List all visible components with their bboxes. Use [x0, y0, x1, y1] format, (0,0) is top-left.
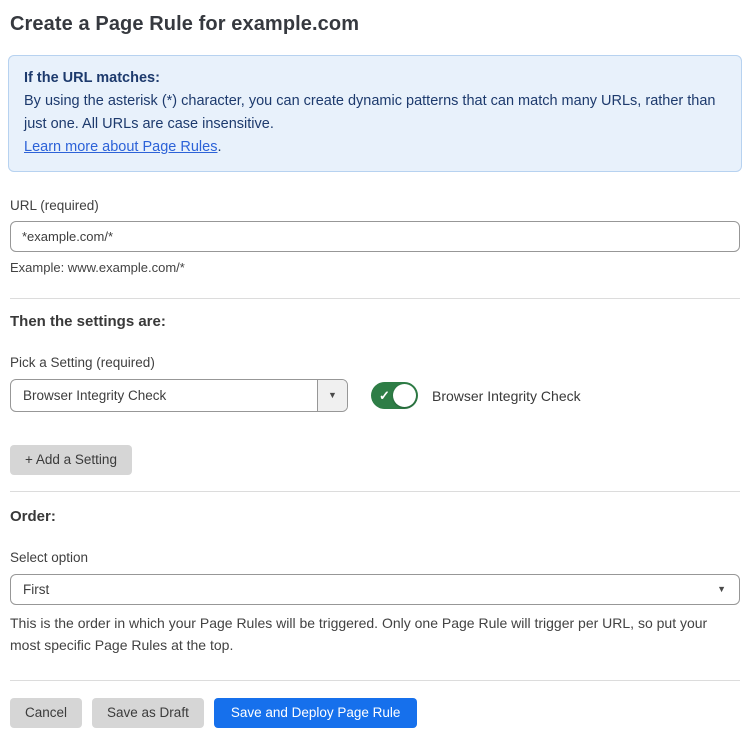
toggle-label: Browser Integrity Check — [432, 388, 581, 404]
info-box-heading: If the URL matches: — [24, 67, 726, 90]
link-suffix: . — [217, 139, 221, 155]
footer-actions: Cancel Save as Draft Save and Deploy Pag… — [10, 698, 740, 728]
url-input[interactable] — [10, 221, 740, 252]
page-title: Create a Page Rule for example.com — [10, 13, 740, 36]
cancel-button[interactable]: Cancel — [10, 698, 82, 728]
order-section-heading: Order: — [10, 508, 740, 525]
learn-more-link[interactable]: Learn more about Page Rules — [24, 139, 217, 155]
setting-select-value: Browser Integrity Check — [11, 380, 317, 411]
order-helper-text: This is the order in which your Page Rul… — [10, 612, 740, 656]
save-draft-button[interactable]: Save as Draft — [92, 698, 204, 728]
setting-row: Browser Integrity Check ▼ ✓ Browser Inte… — [10, 379, 740, 412]
divider — [10, 491, 740, 492]
pick-setting-label: Pick a Setting (required) — [10, 355, 740, 370]
setting-toggle-group: ✓ Browser Integrity Check — [371, 382, 581, 409]
setting-select[interactable]: Browser Integrity Check ▼ — [10, 379, 348, 412]
setting-select-arrow-button[interactable]: ▼ — [317, 380, 347, 411]
order-select[interactable]: First ▼ — [10, 574, 740, 605]
order-select-value: First — [11, 575, 717, 604]
divider — [10, 298, 740, 299]
page-rule-form: Create a Page Rule for example.com If th… — [0, 13, 750, 728]
url-field-label: URL (required) — [10, 198, 740, 213]
chevron-down-icon: ▼ — [328, 391, 337, 400]
info-box-link-line: Learn more about Page Rules. — [24, 136, 726, 159]
url-example-helper: Example: www.example.com/* — [10, 260, 740, 275]
url-match-info-box: If the URL matches: By using the asteris… — [8, 55, 742, 172]
settings-section-heading: Then the settings are: — [10, 313, 740, 330]
toggle-knob — [393, 384, 416, 407]
chevron-down-icon: ▼ — [717, 585, 726, 594]
add-setting-button[interactable]: + Add a Setting — [10, 445, 132, 475]
browser-integrity-toggle[interactable]: ✓ — [371, 382, 418, 409]
order-select-label: Select option — [10, 550, 740, 565]
order-row: First ▼ — [10, 574, 740, 605]
divider — [10, 680, 740, 681]
check-icon: ✓ — [379, 388, 390, 403]
info-box-body: By using the asterisk (*) character, you… — [24, 90, 726, 136]
save-deploy-button[interactable]: Save and Deploy Page Rule — [214, 698, 418, 728]
order-select-arrow: ▼ — [717, 575, 739, 604]
